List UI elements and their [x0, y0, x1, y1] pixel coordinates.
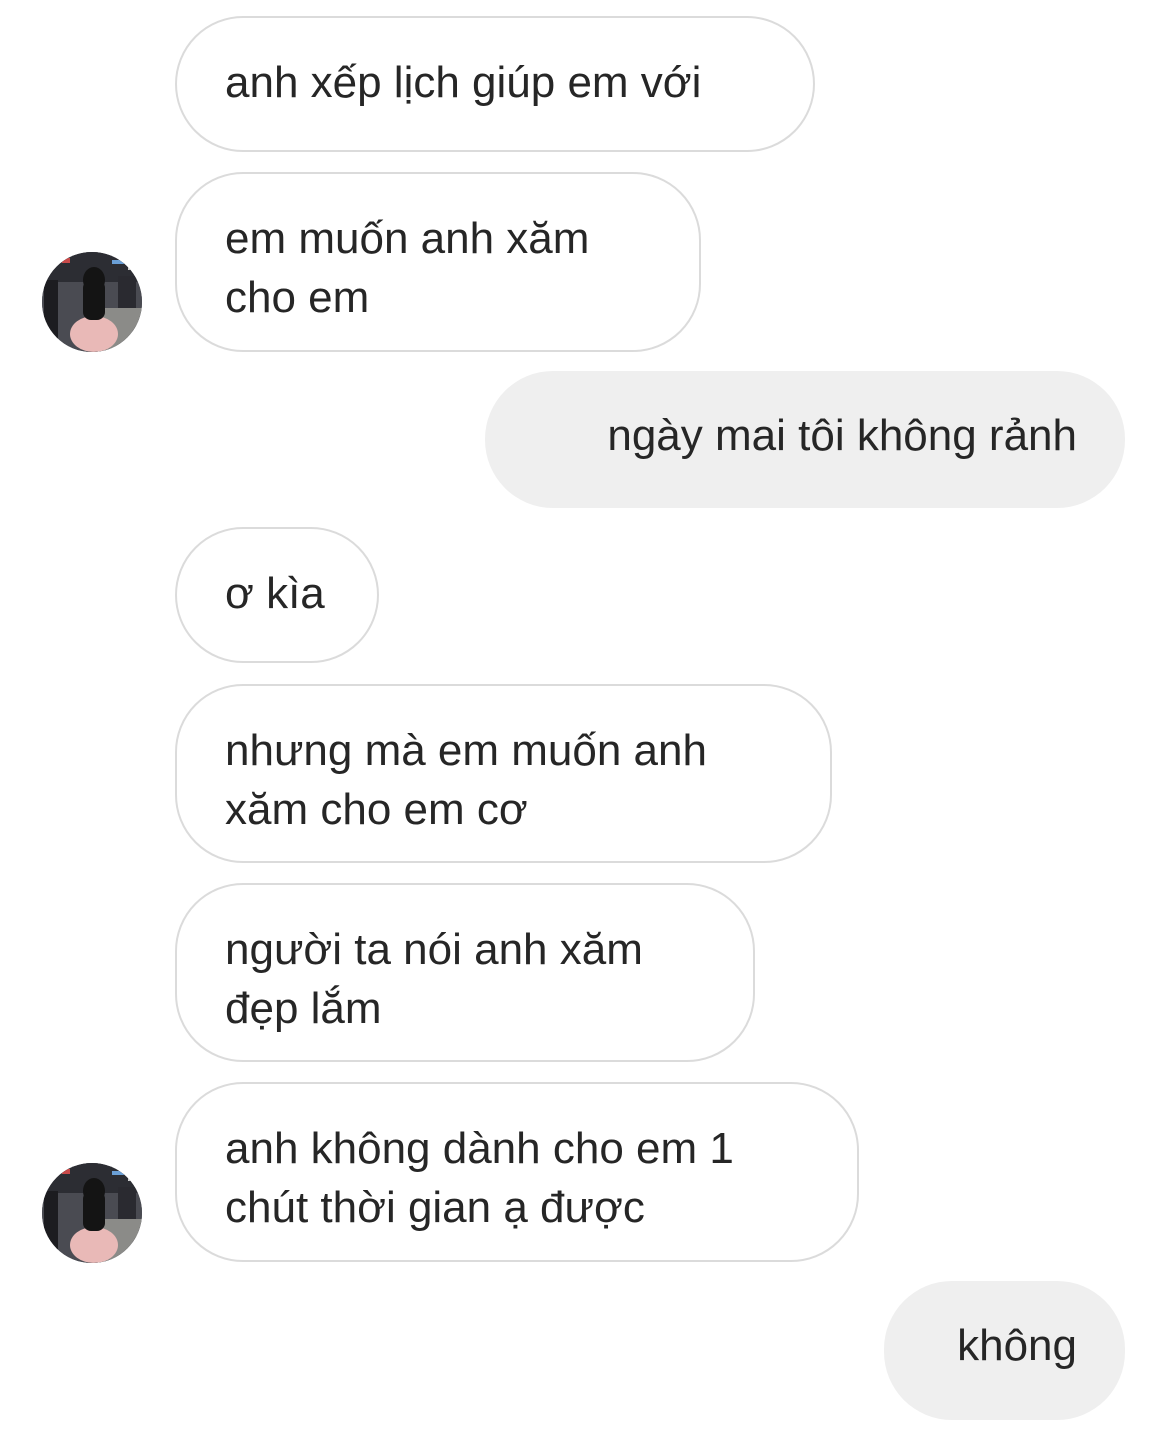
- message-bubble-incoming[interactable]: người ta nói anh xăm đẹp lắm: [175, 883, 755, 1062]
- message-text-line: chút thời gian ạ được: [225, 1183, 645, 1232]
- message-bubble-outgoing[interactable]: ngày mai tôi không rảnh: [485, 371, 1125, 508]
- message-text-line: đẹp lắm: [225, 984, 382, 1033]
- contact-avatar[interactable]: [42, 1163, 142, 1263]
- message-text-line: nhưng mà em muốn anh: [225, 726, 707, 775]
- message-bubble-incoming[interactable]: anh xếp lịch giúp em với: [175, 16, 815, 152]
- message-text-line: người ta nói anh xăm: [225, 925, 643, 974]
- message-text-line: ngày mai tôi không rảnh: [607, 411, 1077, 460]
- message-bubble-outgoing[interactable]: không: [884, 1281, 1125, 1420]
- message-text-line: ơ kìa: [225, 569, 325, 618]
- message-text-line: xăm cho em cơ: [225, 785, 528, 834]
- message-text-line: anh xếp lịch giúp em với: [225, 58, 702, 107]
- message-text-line: em muốn anh xăm: [225, 214, 590, 263]
- avatar-photo-icon: [42, 252, 142, 352]
- message-text-line: không: [957, 1321, 1077, 1370]
- message-text-line: cho em: [225, 273, 370, 322]
- message-bubble-incoming[interactable]: em muốn anh xăm cho em: [175, 172, 701, 352]
- message-bubble-incoming[interactable]: anh không dành cho em 1 chút thời gian ạ…: [175, 1082, 859, 1262]
- message-bubble-incoming[interactable]: ơ kìa: [175, 527, 379, 663]
- avatar-photo-icon: [42, 1163, 142, 1263]
- contact-avatar[interactable]: [42, 252, 142, 352]
- message-bubble-incoming[interactable]: nhưng mà em muốn anh xăm cho em cơ: [175, 684, 832, 863]
- message-text-line: anh không dành cho em 1: [225, 1124, 734, 1173]
